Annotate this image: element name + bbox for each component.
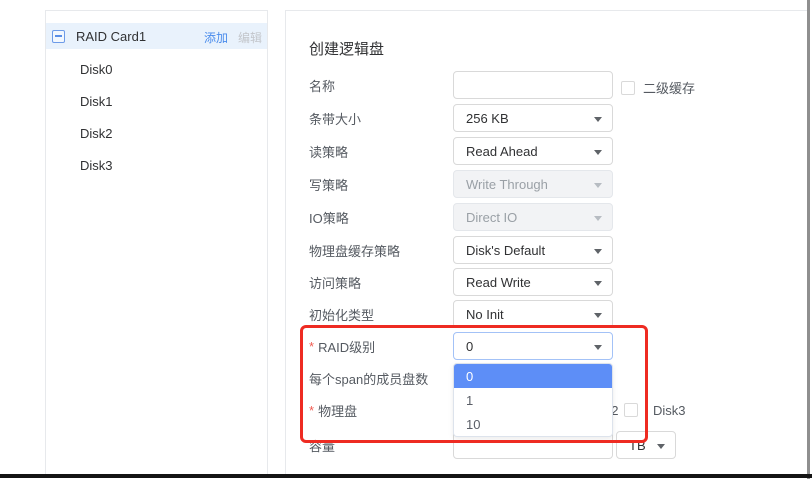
form-row-name: 名称 二级缓存 [286, 71, 807, 99]
chevron-down-icon [594, 117, 602, 122]
stripe-size-label: 条带大小 [309, 104, 361, 132]
required-marker: * [309, 403, 314, 418]
create-logical-disk-panel: 创建逻辑盘 名称 二级缓存 条带大小 256 KB 读策略 Read Ahead… [285, 10, 807, 474]
access-policy-value: Read Write [466, 275, 531, 290]
tree-node-label: RAID Card1 [76, 29, 146, 44]
access-policy-select[interactable]: Read Write [453, 268, 613, 296]
tree-node-disk0[interactable]: Disk0 [46, 56, 267, 82]
raid-level-value: 0 [466, 339, 473, 354]
form-row-raid-level: * RAID级别 0 [286, 332, 807, 360]
chevron-down-icon [594, 183, 602, 188]
secondary-cache-label: 二级缓存 [643, 78, 695, 97]
required-marker: * [309, 339, 314, 354]
form-row-io-policy: IO策略 Direct IO [286, 203, 807, 231]
tree-node-disk3[interactable]: Disk3 [46, 152, 267, 178]
name-label: 名称 [309, 71, 335, 99]
init-type-value: No Init [466, 307, 504, 322]
tree-node-raid-card[interactable]: RAID Card1 添加 编辑 [46, 23, 267, 49]
dropdown-option-10[interactable]: 10 [454, 412, 612, 436]
raid-tree-panel: RAID Card1 添加 编辑 Disk0 Disk1 Disk2 Disk3 [45, 10, 268, 474]
span-members-label: 每个span的成员盘数 [309, 364, 428, 392]
form-row-stripe-size: 条带大小 256 KB [286, 104, 807, 132]
secondary-cache-option: 二级缓存 [621, 78, 695, 97]
pd-cache-policy-select[interactable]: Disk's Default [453, 236, 613, 264]
form-row-init-type: 初始化类型 No Init [286, 300, 807, 328]
tree-node-disk1[interactable]: Disk1 [46, 88, 267, 114]
read-policy-value: Read Ahead [466, 144, 538, 159]
form-row-access-policy: 访问策略 Read Write [286, 268, 807, 296]
write-policy-select: Write Through [453, 170, 613, 198]
screenshot-bottom-edge [0, 474, 812, 478]
page-title: 创建逻辑盘 [309, 38, 384, 59]
stripe-size-value: 256 KB [466, 111, 509, 126]
chevron-down-icon [594, 216, 602, 221]
read-policy-select[interactable]: Read Ahead [453, 137, 613, 165]
name-input[interactable] [453, 71, 613, 99]
pd-cache-policy-value: Disk's Default [466, 243, 545, 258]
init-type-select[interactable]: No Init [453, 300, 613, 328]
access-policy-label: 访问策略 [309, 268, 361, 296]
write-policy-label: 写策略 [309, 170, 348, 198]
chevron-down-icon [594, 150, 602, 155]
disk3-checkbox-label: Disk3 [653, 403, 686, 417]
chevron-down-icon [594, 345, 602, 350]
read-policy-label: 读策略 [309, 137, 348, 165]
form-row-pd-cache-policy: 物理盘缓存策略 Disk's Default [286, 236, 807, 264]
form-row-read-policy: 读策略 Read Ahead [286, 137, 807, 165]
write-policy-value: Write Through [466, 177, 548, 192]
capacity-unit-value: TB [629, 438, 646, 453]
init-type-label: 初始化类型 [309, 300, 374, 328]
chevron-down-icon [594, 281, 602, 286]
raid-level-dropdown-menu: 0 1 10 [453, 363, 613, 437]
raid-level-label: * RAID级别 [309, 332, 375, 360]
capacity-unit-select[interactable]: TB [616, 431, 676, 459]
raid-level-select[interactable]: 0 [453, 332, 613, 360]
io-policy-value: Direct IO [466, 210, 517, 225]
chevron-down-icon [594, 313, 602, 318]
secondary-cache-checkbox[interactable] [621, 81, 635, 95]
chevron-down-icon [594, 249, 602, 254]
io-policy-label: IO策略 [309, 203, 349, 231]
tree-node-disk2[interactable]: Disk2 [46, 120, 267, 146]
dropdown-option-0[interactable]: 0 [454, 364, 612, 388]
io-policy-select: Direct IO [453, 203, 613, 231]
edit-link: 编辑 [238, 29, 262, 46]
capacity-label: 容量 [309, 431, 335, 459]
dropdown-option-1[interactable]: 1 [454, 388, 612, 412]
add-link[interactable]: 添加 [204, 29, 228, 46]
disk3-checkbox[interactable] [624, 403, 638, 417]
pd-cache-policy-label: 物理盘缓存策略 [309, 236, 400, 264]
stripe-size-select[interactable]: 256 KB [453, 104, 613, 132]
collapse-minus-icon[interactable] [52, 30, 65, 43]
form-row-write-policy: 写策略 Write Through [286, 170, 807, 198]
screenshot-right-edge [807, 0, 810, 479]
chevron-down-icon [657, 444, 665, 449]
physical-disks-label: * 物理盘 [309, 396, 357, 424]
